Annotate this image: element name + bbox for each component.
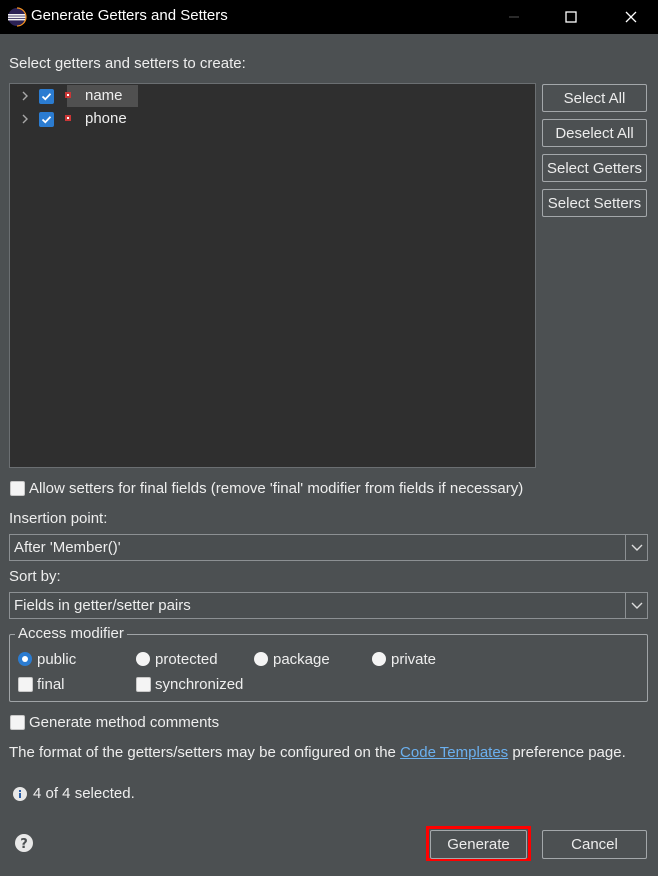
radio-protected-label: protected — [155, 651, 218, 668]
check-icon — [41, 116, 52, 124]
eclipse-app-icon — [8, 7, 27, 27]
select-setters-button[interactable]: Select Setters — [542, 189, 647, 217]
tree-item-label: phone — [85, 110, 127, 127]
generate-comments-label: Generate method comments — [29, 714, 220, 731]
chevron-right-icon[interactable] — [19, 113, 31, 125]
radio-package[interactable] — [254, 652, 268, 666]
tree-item-phone[interactable]: phone — [10, 108, 535, 130]
format-note-prefix: The format of the getters/setters may be… — [9, 744, 401, 761]
info-icon — [13, 787, 27, 801]
format-note: The format of the getters/setters may be… — [9, 744, 626, 761]
minimize-icon[interactable] — [491, 0, 537, 34]
tree-item-checkbox[interactable] — [39, 112, 54, 127]
select-all-button[interactable]: Select All — [542, 84, 647, 112]
chevron-right-icon[interactable] — [19, 90, 31, 102]
close-icon[interactable] — [608, 0, 654, 34]
radio-public-label: public — [37, 651, 77, 668]
check-icon — [41, 93, 52, 101]
sort-by-label: Sort by: — [9, 568, 61, 585]
synchronized-label: synchronized — [155, 676, 244, 693]
window-title: Generate Getters and Setters — [31, 7, 228, 24]
access-modifier-legend: Access modifier — [15, 625, 127, 642]
maximize-icon[interactable] — [548, 0, 594, 34]
cancel-button[interactable]: Cancel — [542, 830, 647, 859]
allow-setters-final-label: Allow setters for final fields (remove '… — [29, 480, 524, 497]
help-icon[interactable]: ? — [14, 833, 34, 853]
final-label: final — [37, 676, 65, 693]
chevron-down-icon[interactable] — [625, 535, 647, 560]
insertion-point-select[interactable]: After 'Member()' — [9, 534, 648, 561]
allow-setters-final-checkbox[interactable] — [10, 481, 25, 496]
tree-item-label: name — [85, 87, 123, 104]
sort-by-value: Fields in getter/setter pairs — [14, 597, 191, 614]
final-checkbox[interactable] — [18, 677, 33, 692]
access-modifier-group — [9, 634, 648, 702]
select-getters-button[interactable]: Select Getters — [542, 154, 647, 182]
fields-tree[interactable]: name phone — [9, 83, 536, 468]
generate-comments-checkbox[interactable] — [10, 715, 25, 730]
private-field-icon — [65, 92, 71, 98]
insertion-point-label: Insertion point: — [9, 510, 108, 527]
chevron-down-icon[interactable] — [625, 593, 647, 618]
prompt-label: Select getters and setters to create: — [9, 55, 246, 72]
code-templates-link[interactable]: Code Templates — [400, 744, 508, 761]
svg-text:?: ? — [20, 837, 28, 852]
radio-public[interactable] — [18, 652, 32, 666]
insertion-point-value: After 'Member()' — [14, 539, 121, 556]
tree-item-checkbox[interactable] — [39, 89, 54, 104]
radio-private[interactable] — [372, 652, 386, 666]
tree-item-name[interactable]: name — [10, 85, 535, 107]
radio-package-label: package — [273, 651, 330, 668]
synchronized-checkbox[interactable] — [136, 677, 151, 692]
generate-button[interactable]: Generate — [430, 830, 527, 859]
radio-private-label: private — [391, 651, 437, 668]
radio-protected[interactable] — [136, 652, 150, 666]
private-field-icon — [65, 115, 71, 121]
selection-status: 4 of 4 selected. — [33, 785, 135, 802]
format-note-suffix: preference page. — [508, 744, 626, 761]
sort-by-select[interactable]: Fields in getter/setter pairs — [9, 592, 648, 619]
deselect-all-button[interactable]: Deselect All — [542, 119, 647, 147]
